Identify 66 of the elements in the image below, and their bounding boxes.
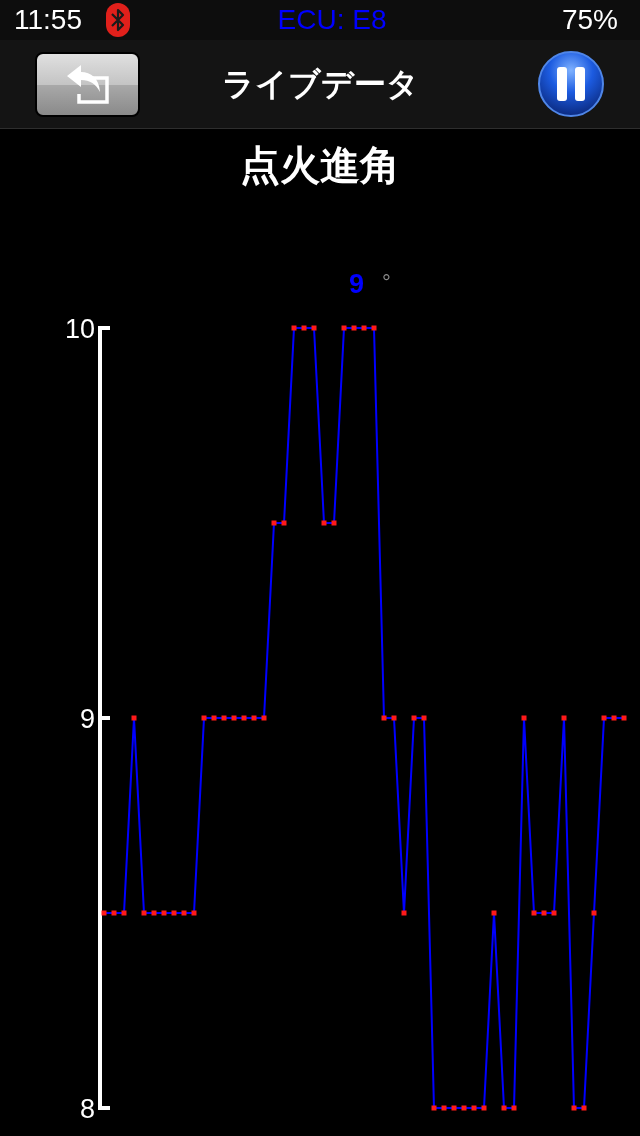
- status-time: 11:55: [14, 4, 82, 36]
- data-point: [381, 715, 387, 721]
- data-point: [171, 910, 177, 916]
- data-point: [281, 520, 287, 526]
- data-point: [481, 1105, 487, 1111]
- data-point: [211, 715, 217, 721]
- data-point: [351, 325, 357, 331]
- data-point: [341, 325, 347, 331]
- data-point: [311, 325, 317, 331]
- data-point: [511, 1105, 517, 1111]
- data-point: [601, 715, 607, 721]
- data-point: [251, 715, 257, 721]
- data-point: [231, 715, 237, 721]
- data-point: [221, 715, 227, 721]
- data-point: [141, 910, 147, 916]
- data-point: [321, 520, 327, 526]
- data-point: [131, 715, 137, 721]
- axis-tick-label: 8: [79, 1094, 95, 1124]
- back-button[interactable]: [35, 51, 140, 117]
- data-point: [501, 1105, 507, 1111]
- data-point: [461, 1105, 467, 1111]
- data-point: [121, 910, 127, 916]
- axis-tick-label: 10: [64, 314, 95, 344]
- data-point: [441, 1105, 447, 1111]
- data-point: [591, 910, 597, 916]
- data-point: [471, 1105, 477, 1111]
- data-point: [571, 1105, 577, 1111]
- data-point: [401, 910, 407, 916]
- data-point: [411, 715, 417, 721]
- data-point: [421, 715, 427, 721]
- data-point: [561, 715, 567, 721]
- data-point: [451, 1105, 457, 1111]
- data-point: [391, 715, 397, 721]
- data-point: [491, 910, 497, 916]
- data-point: [301, 325, 307, 331]
- data-point: [431, 1105, 437, 1111]
- unit-label: °: [382, 272, 391, 294]
- data-point: [201, 715, 207, 721]
- ecu-label: ECU: E8: [277, 4, 387, 36]
- data-point: [151, 910, 157, 916]
- screen-title: ライブデータ: [221, 65, 419, 104]
- battery-percent: 75%: [561, 4, 618, 36]
- data-point: [181, 910, 187, 916]
- pause-icon: [556, 66, 586, 102]
- data-point: [271, 520, 277, 526]
- data-point: [611, 715, 617, 721]
- data-point: [191, 910, 197, 916]
- data-point: [261, 715, 267, 721]
- data-point: [621, 715, 627, 721]
- data-point: [531, 910, 537, 916]
- data-point: [361, 325, 367, 331]
- data-point: [581, 1105, 587, 1111]
- data-point: [101, 910, 107, 916]
- data-point: [551, 910, 557, 916]
- data-point: [521, 715, 527, 721]
- data-point: [241, 715, 247, 721]
- data-point: [161, 910, 167, 916]
- bluetooth-icon: [106, 3, 130, 37]
- data-point: [331, 520, 337, 526]
- data-point: [541, 910, 547, 916]
- data-point: [371, 325, 377, 331]
- data-point: [111, 910, 117, 916]
- sensor-reading: 9: [349, 269, 365, 300]
- axis-tick-label: 9: [79, 704, 95, 734]
- data-point: [291, 325, 297, 331]
- sensor-title: 点火進角: [240, 142, 400, 189]
